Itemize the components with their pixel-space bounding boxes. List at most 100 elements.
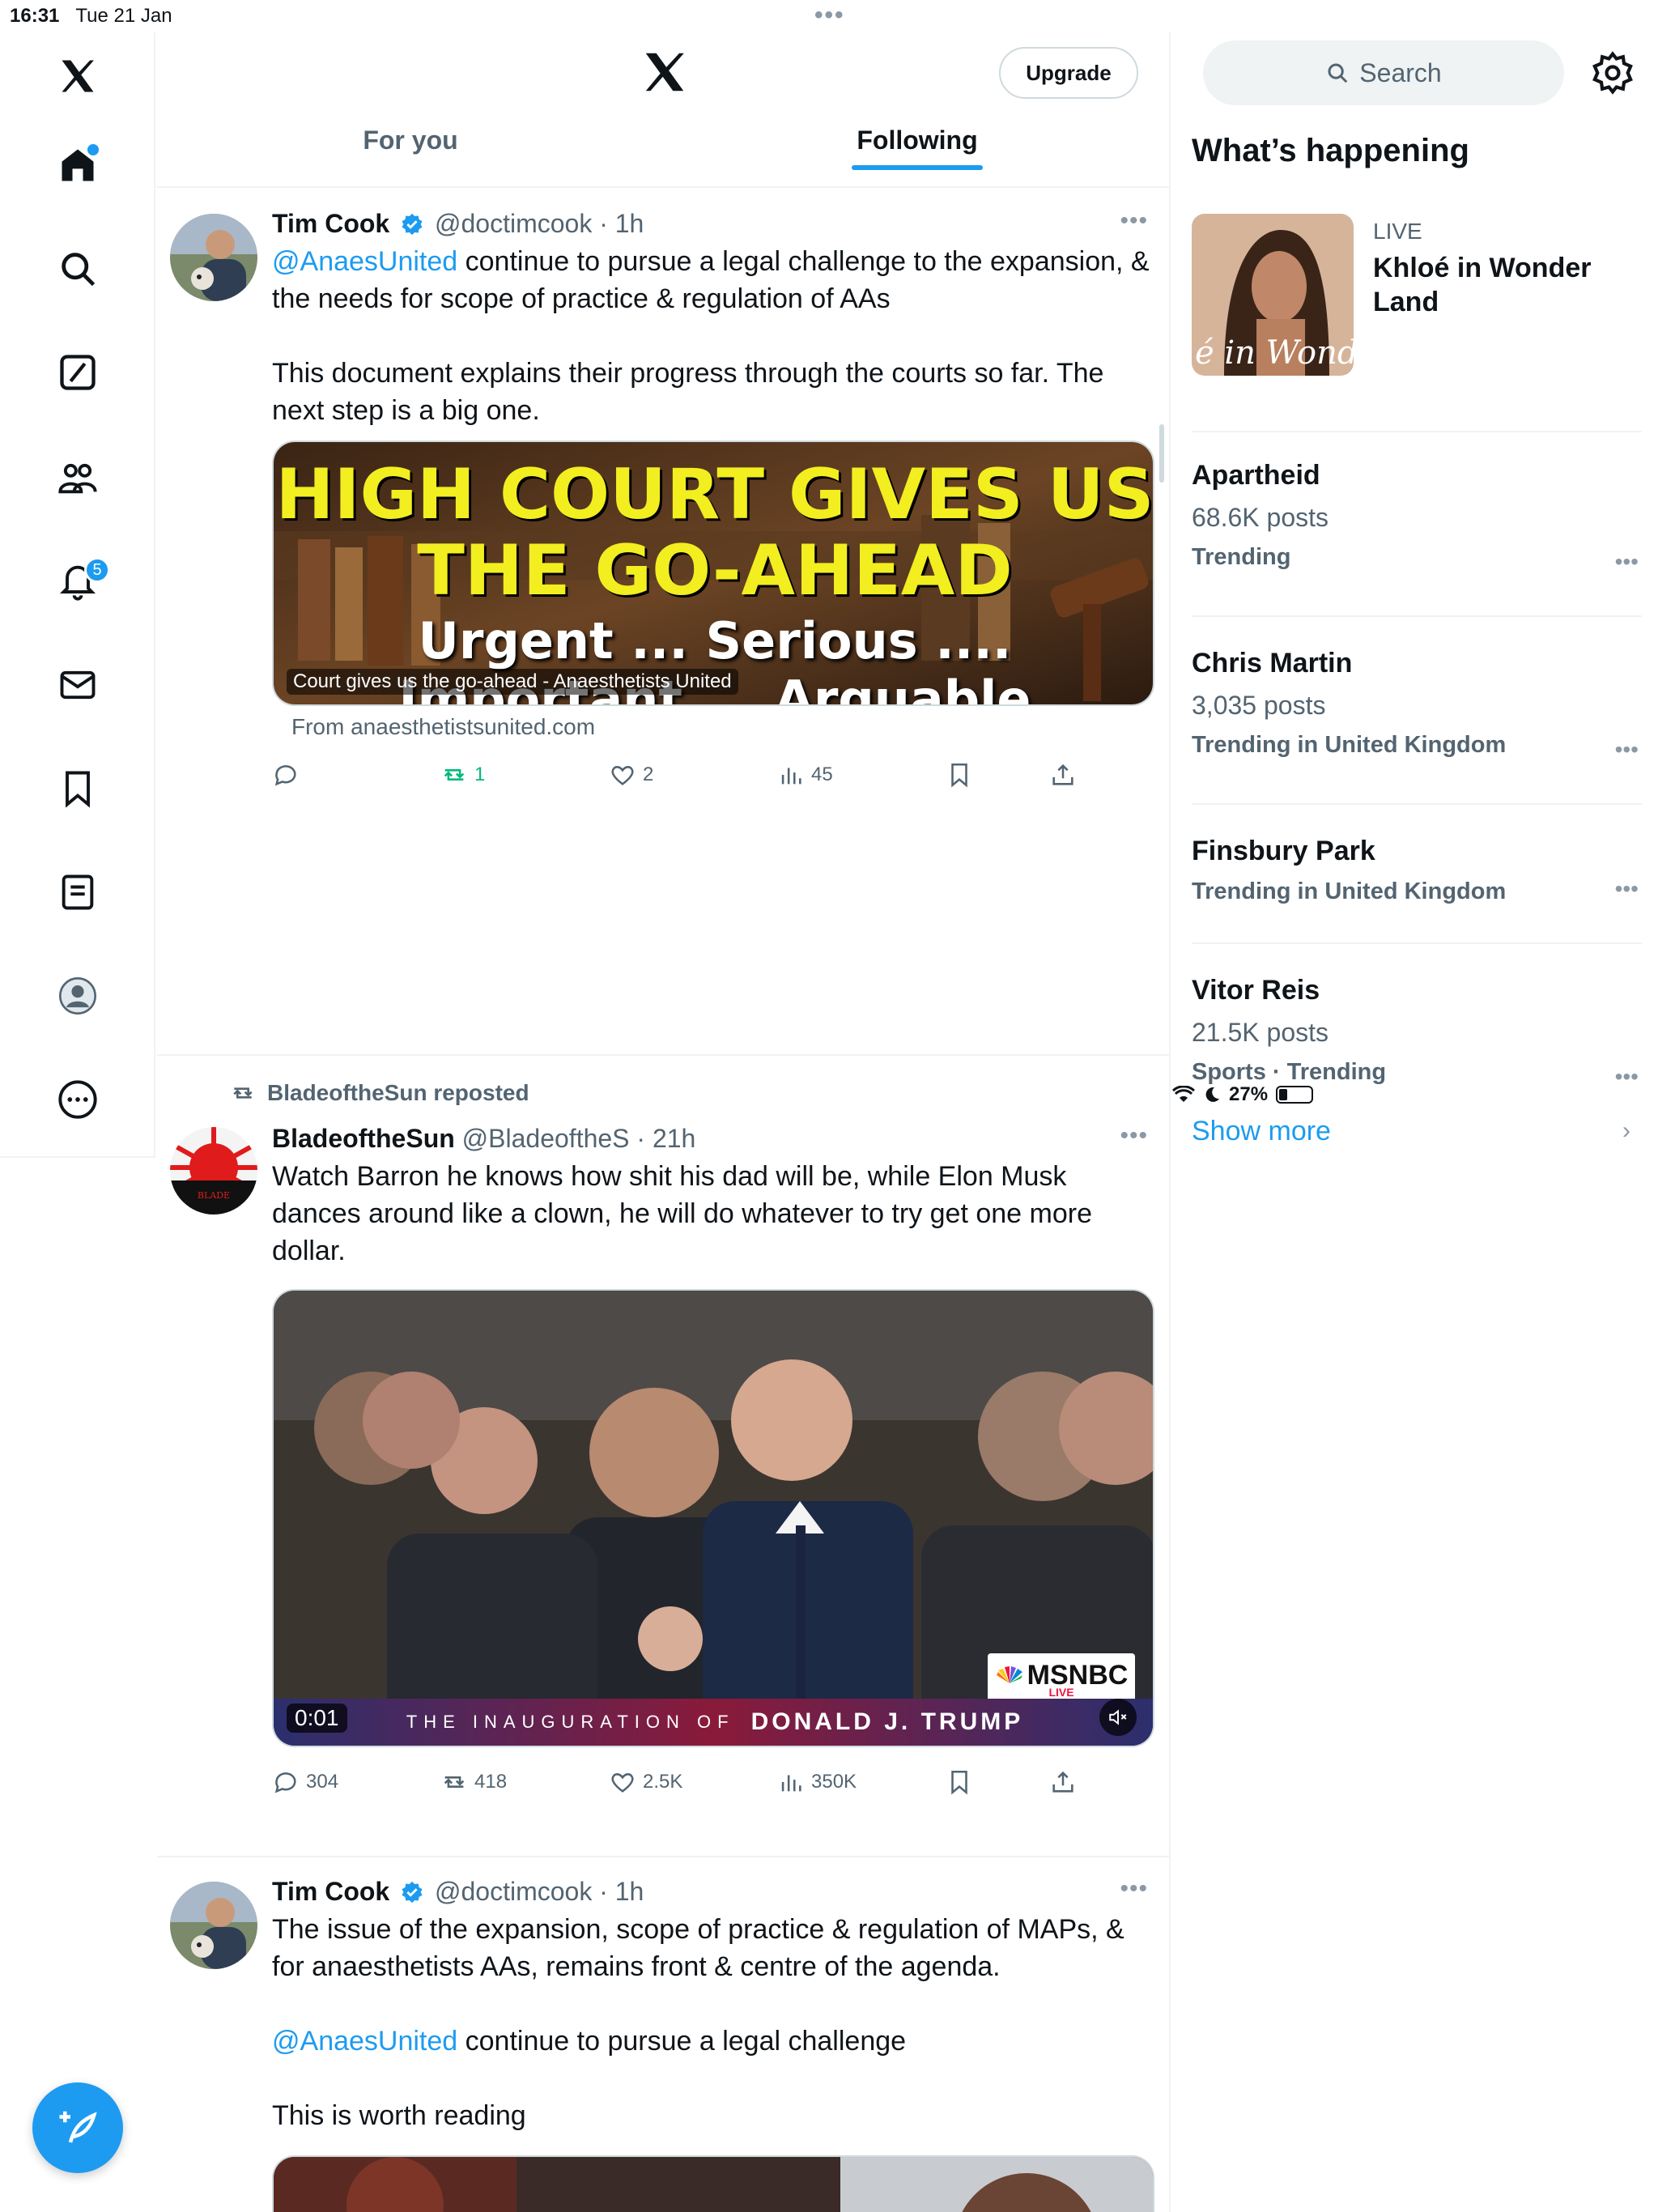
views-button[interactable]: 45 <box>777 761 939 789</box>
envelope-icon <box>60 670 96 700</box>
more-options-icon[interactable]: ••• <box>1120 207 1148 235</box>
bookmark-button[interactable] <box>946 1768 1043 1796</box>
share-button[interactable] <box>1049 1768 1082 1796</box>
trend-context: Sports · Trending <box>1192 1059 1387 1085</box>
bookmark-icon <box>951 763 967 788</box>
trend-item[interactable]: Apartheid 68.6K posts Trending ••• <box>1192 460 1642 617</box>
like-button[interactable]: 2.5K <box>609 1768 771 1796</box>
verified-badge-icon <box>402 1881 423 1904</box>
card-caption: Court gives us the go-ahead - Anaestheti… <box>287 669 738 695</box>
repost-button[interactable]: 1 <box>440 761 602 789</box>
nav-lists[interactable] <box>45 860 110 925</box>
x-logo-icon[interactable] <box>640 47 690 97</box>
tweet[interactable]: BladeoftheSun reposted BLADE BladeoftheS… <box>157 1056 1169 1857</box>
author-name[interactable]: BladeoftheSun <box>272 1124 455 1153</box>
tweet[interactable]: Tim Cook @doctimcook · 1h ••• The issue … <box>157 1857 1169 2212</box>
heart-icon <box>611 1773 634 1793</box>
mention-link[interactable]: @AnaesUnited <box>272 246 457 277</box>
peacock-icon <box>996 1666 1022 1683</box>
author-handle[interactable]: @BladeoftheS <box>462 1124 630 1153</box>
nav-grok[interactable] <box>45 340 110 405</box>
link-source[interactable]: From anaesthetistsunited.com <box>291 714 1154 740</box>
trend-more-icon[interactable]: ••• <box>1615 1064 1639 1090</box>
live-tag: LIVE <box>1373 219 1422 244</box>
reply-button[interactable]: 304 <box>272 1768 434 1796</box>
whats-happening-heading: What’s happening <box>1192 133 1469 168</box>
reply-button[interactable] <box>272 761 434 789</box>
avatar[interactable] <box>170 214 257 301</box>
chevron-right-icon: › <box>1622 1117 1630 1144</box>
tweet-header: Tim Cook @doctimcook · 1h <box>272 1875 1154 1908</box>
live-event-title: Khloé in Wonder Land <box>1373 253 1592 317</box>
post-time: · 1h <box>599 1877 644 1906</box>
share-button[interactable] <box>1049 761 1082 789</box>
trend-more-icon[interactable]: ••• <box>1615 737 1639 763</box>
trend-more-icon[interactable]: ••• <box>1615 549 1639 575</box>
search-input[interactable]: Search <box>1203 40 1564 105</box>
live-event-card[interactable]: é in Wonder L LIVE Khloé in Wonder Land <box>1192 214 1642 432</box>
link-card-image[interactable]: HIGH COURT GIVES US THE GO-AHEAD Urgent … <box>272 440 1154 706</box>
post-time: · 1h <box>599 209 644 238</box>
tweet-image[interactable] <box>272 2155 1154 2212</box>
trend-item[interactable]: Chris Martin 3,035 posts Trending in Uni… <box>1192 648 1642 805</box>
bookmark-button[interactable] <box>946 761 1043 789</box>
author-handle[interactable]: @doctimcook <box>435 209 592 238</box>
tweet[interactable]: Tim Cook @doctimcook · 1h ••• @AnaesUnit… <box>157 191 1169 1056</box>
timeline-header: Upgrade For you Following <box>157 32 1169 188</box>
compose-post-button[interactable] <box>32 2082 123 2173</box>
grok-icon <box>60 355 96 390</box>
show-more-link[interactable]: Show more <box>1192 1116 1331 1147</box>
nav-messages[interactable] <box>45 653 110 717</box>
trend-item[interactable]: Vitor Reis 21.5K posts Sports · Trending… <box>1192 975 1642 1089</box>
video-player[interactable]: THE INAUGURATION OF DONALD J. TRUMP MSNB… <box>272 1289 1154 1747</box>
more-options-icon[interactable]: ••• <box>1120 1122 1148 1150</box>
card-subline-1: Urgent ... Serious .... <box>418 611 1012 670</box>
home-unread-dot <box>87 144 99 155</box>
trend-count: 3,035 posts <box>1192 691 1326 720</box>
nav-bookmarks[interactable] <box>45 756 110 821</box>
trend-name: Vitor Reis <box>1192 975 1320 1006</box>
tweet-text: Watch Barron he knows how shit his dad w… <box>272 1161 1092 1266</box>
nav-explore[interactable] <box>45 236 110 301</box>
multitasking-dots[interactable]: ••• <box>814 2 845 29</box>
trend-more-icon[interactable]: ••• <box>1615 876 1639 902</box>
nav-notifications[interactable]: 5 <box>45 549 110 614</box>
trend-name: Chris Martin <box>1192 648 1353 678</box>
views-bar-icon <box>781 768 801 785</box>
nav-home[interactable] <box>45 133 110 198</box>
mention-link[interactable]: @AnaesUnited <box>272 2026 457 2057</box>
tweet-header: BladeoftheSun @BladeoftheS · 21h <box>272 1122 1154 1155</box>
settings-gear-icon[interactable] <box>1590 50 1635 96</box>
trend-item[interactable]: Finsbury Park Trending in United Kingdom… <box>1192 836 1642 944</box>
reply-icon <box>274 1772 296 1793</box>
card-headline-1: HIGH COURT GIVES US <box>275 454 1154 535</box>
heart-icon <box>611 766 634 785</box>
nav-more[interactable] <box>45 1067 110 1132</box>
tab-following[interactable]: Following <box>664 113 1169 186</box>
mute-button[interactable] <box>1099 1699 1137 1736</box>
more-options-icon[interactable]: ••• <box>1120 1875 1148 1903</box>
search-icon <box>1328 63 1348 83</box>
author-name[interactable]: Tim Cook <box>272 209 389 238</box>
feather-plus-icon <box>59 2111 97 2143</box>
share-icon <box>1052 764 1073 785</box>
views-button[interactable]: 350K <box>777 1768 939 1796</box>
tweet-text: @AnaesUnited continue to pursue a legal … <box>272 246 1150 426</box>
author-handle[interactable]: @doctimcook <box>435 1877 592 1906</box>
nav-profile[interactable] <box>45 963 110 1028</box>
status-time: 16:31 Tue 21 Jan <box>10 5 172 27</box>
like-button[interactable]: 2 <box>609 761 771 789</box>
profile-icon <box>59 977 96 1015</box>
avatar[interactable]: BLADE <box>170 1127 257 1214</box>
repost-button[interactable]: 418 <box>440 1768 602 1796</box>
repost-icon <box>444 769 465 781</box>
verified-badge-icon <box>402 213 423 236</box>
tab-for-you[interactable]: For you <box>157 113 664 186</box>
avatar[interactable] <box>170 1882 257 1969</box>
upgrade-button[interactable]: Upgrade <box>999 47 1138 99</box>
x-logo[interactable] <box>45 44 110 108</box>
nav-communities[interactable] <box>45 445 110 510</box>
author-name[interactable]: Tim Cook <box>272 1877 389 1906</box>
repost-indicator[interactable]: BladeoftheSun reposted <box>230 1080 529 1106</box>
list-icon <box>62 874 94 910</box>
